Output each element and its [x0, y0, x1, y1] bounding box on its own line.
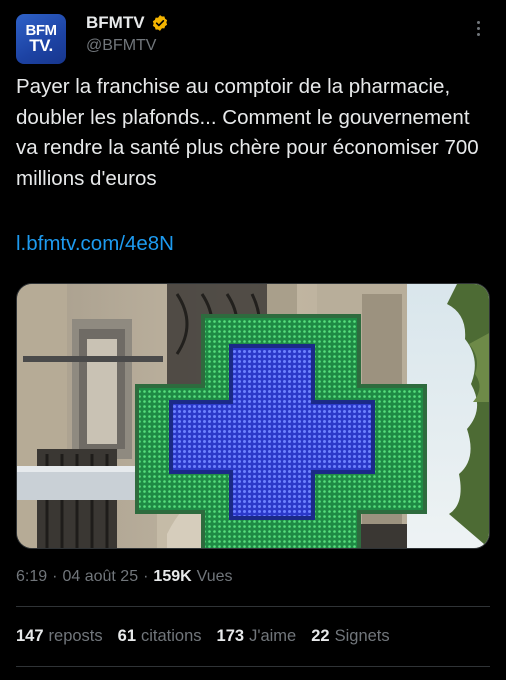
- avatar-text-line2: TV.: [29, 36, 53, 56]
- tweet-header: BFM TV. BFMTV @BFMTV: [16, 10, 490, 64]
- stat-count: 22: [311, 627, 330, 645]
- tweet-meta: 6:19 · 04 août 25 · 159K Vues: [16, 568, 233, 586]
- engagement-stats: 147 reposts 61 citations 173 J'aime 22 S…: [16, 627, 390, 646]
- stat-label: J'aime: [249, 627, 297, 645]
- stat-bookmarks[interactable]: 22 Signets: [311, 627, 389, 646]
- verified-badge-icon: [152, 15, 167, 31]
- more-options-icon[interactable]: [468, 16, 488, 40]
- stat-count: 147: [16, 627, 44, 645]
- stat-count: 173: [216, 627, 245, 645]
- tweet-link[interactable]: l.bfmtv.com/4e8N: [16, 229, 174, 259]
- display-name[interactable]: BFMTV: [86, 13, 145, 33]
- stat-count: 61: [117, 627, 136, 645]
- divider: [16, 666, 490, 667]
- stat-label: Signets: [334, 627, 390, 645]
- handle[interactable]: @BFMTV: [86, 37, 156, 55]
- views-count: 159K: [153, 568, 192, 585]
- pharmacy-cross-photo: [17, 284, 489, 548]
- meta-separator: ·: [143, 568, 149, 585]
- tweet-image[interactable]: [16, 283, 490, 549]
- tweet-time[interactable]: 6:19: [16, 568, 47, 586]
- views-label: Vues: [196, 568, 233, 585]
- tweet-text: Payer la franchise au comptoir de la pha…: [16, 75, 479, 190]
- name-row: BFMTV: [86, 13, 169, 33]
- meta-separator: ·: [52, 568, 58, 585]
- stat-likes[interactable]: 173 J'aime: [217, 627, 297, 646]
- stat-label: reposts: [48, 627, 103, 645]
- avatar[interactable]: BFM TV.: [16, 14, 66, 64]
- stat-reposts[interactable]: 147 reposts: [16, 627, 103, 646]
- stat-label: citations: [141, 627, 202, 645]
- divider: [16, 606, 490, 607]
- stat-citations[interactable]: 61 citations: [118, 627, 202, 646]
- tweet-date[interactable]: 04 août 25: [62, 568, 138, 586]
